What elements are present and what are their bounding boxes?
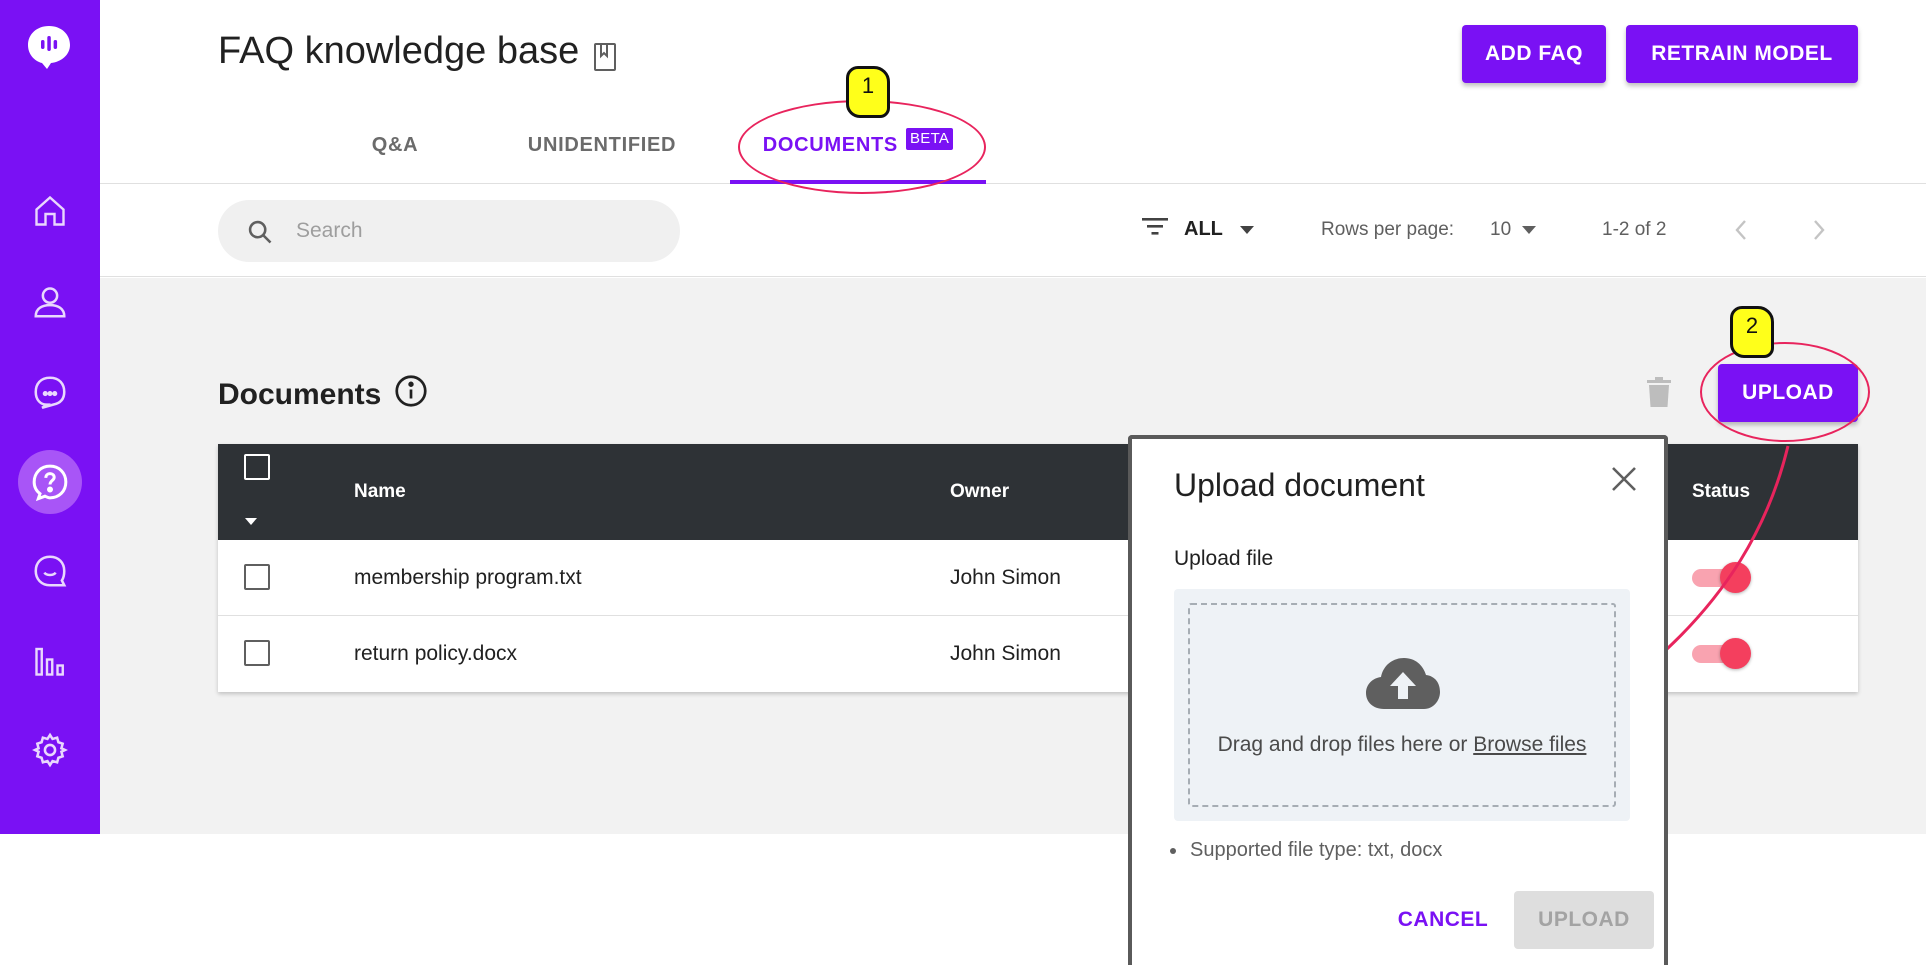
app-logo-icon[interactable] xyxy=(26,24,72,70)
chevron-down-icon xyxy=(1521,219,1537,241)
rows-per-page-value: 10 xyxy=(1490,219,1512,240)
delete-trash-icon[interactable] xyxy=(1645,376,1673,413)
info-icon[interactable] xyxy=(393,373,429,417)
documents-title: Documents xyxy=(218,378,382,411)
rows-per-page-label: Rows per page: xyxy=(1321,219,1455,240)
supported-types-note: Supported file type: txt, docx xyxy=(1170,839,1442,862)
document-name[interactable]: membership program.txt xyxy=(354,566,582,590)
dialog-upload-button[interactable]: UPLOAD xyxy=(1514,891,1654,949)
dropzone-border: Drag and drop files here or Browse files xyxy=(1188,603,1616,807)
settings-gear-icon[interactable] xyxy=(22,722,78,778)
upload-document-dialog: Upload document Upload file Drag and dro… xyxy=(1128,435,1668,965)
document-owner: John Simon xyxy=(950,642,1061,665)
row-checkbox[interactable] xyxy=(244,640,270,666)
users-icon[interactable] xyxy=(22,274,78,330)
tab-qa-label: Q&A xyxy=(371,134,419,156)
rows-per-page-select[interactable]: 10 xyxy=(1490,219,1537,241)
dialog-title: Upload document xyxy=(1174,467,1425,503)
retrain-model-button[interactable]: RETRAIN MODEL xyxy=(1626,25,1858,83)
column-header-owner[interactable]: Owner xyxy=(950,481,1009,503)
sort-down-icon[interactable] xyxy=(244,510,258,532)
document-owner: John Simon xyxy=(950,566,1061,589)
browse-files-link[interactable]: Browse files xyxy=(1473,733,1586,756)
select-all-checkbox[interactable] xyxy=(244,454,270,480)
filter-dropdown[interactable]: ALL xyxy=(1142,209,1255,249)
upload-file-label: Upload file xyxy=(1174,547,1274,570)
analytics-icon[interactable] xyxy=(22,633,78,689)
row-checkbox[interactable] xyxy=(244,564,270,590)
bookmark-icon[interactable] xyxy=(592,42,618,77)
conversations-icon[interactable] xyxy=(22,364,78,420)
sidebar xyxy=(0,0,100,834)
next-page-icon[interactable] xyxy=(1804,215,1834,245)
cancel-button[interactable]: CANCEL xyxy=(1388,891,1498,949)
file-dropzone[interactable]: Drag and drop files here or Browse files xyxy=(1174,589,1630,821)
tab-unidentified[interactable]: UNIDENTIFIED xyxy=(512,120,692,184)
cloud-upload-icon xyxy=(1364,655,1442,716)
chat-smile-icon[interactable] xyxy=(22,543,78,599)
search-box[interactable] xyxy=(218,200,680,262)
document-name[interactable]: return policy.docx xyxy=(354,642,517,666)
add-faq-button[interactable]: ADD FAQ xyxy=(1462,25,1606,83)
pagination-text: 1-2 of 2 xyxy=(1602,219,1667,240)
supported-types-text: Supported file type: txt, docx xyxy=(1190,839,1443,861)
table-toolbar: ALL Rows per page: 10 1-2 of 2 xyxy=(100,185,1926,277)
page-title: FAQ knowledge base xyxy=(218,30,580,72)
documents-section-title: Documents xyxy=(218,373,429,417)
search-icon xyxy=(246,218,274,251)
chevron-down-icon xyxy=(1239,218,1255,241)
tab-qa[interactable]: Q&A xyxy=(305,120,485,184)
close-icon[interactable] xyxy=(1610,465,1638,498)
tab-unidentified-label: UNIDENTIFIED xyxy=(527,134,677,156)
home-icon[interactable] xyxy=(22,183,78,239)
annotation-marker-2: 2 xyxy=(1730,306,1774,358)
page-header: FAQ knowledge base ADD FAQ RETRAIN MODEL… xyxy=(100,0,1926,184)
filter-icon xyxy=(1142,216,1168,242)
filter-value: ALL xyxy=(1184,217,1223,240)
dropzone-text: Drag and drop files here or Browse files xyxy=(1190,733,1614,757)
drop-instructions: Drag and drop files here or xyxy=(1217,733,1468,756)
search-input[interactable] xyxy=(296,212,656,250)
annotation-ellipse-upload-button xyxy=(1700,342,1870,442)
column-header-name[interactable]: Name xyxy=(354,481,406,503)
bullet-icon xyxy=(1170,847,1176,854)
previous-page-icon[interactable] xyxy=(1726,215,1756,245)
annotation-marker-1: 1 xyxy=(846,66,890,118)
faq-knowledge-icon[interactable] xyxy=(18,450,82,514)
